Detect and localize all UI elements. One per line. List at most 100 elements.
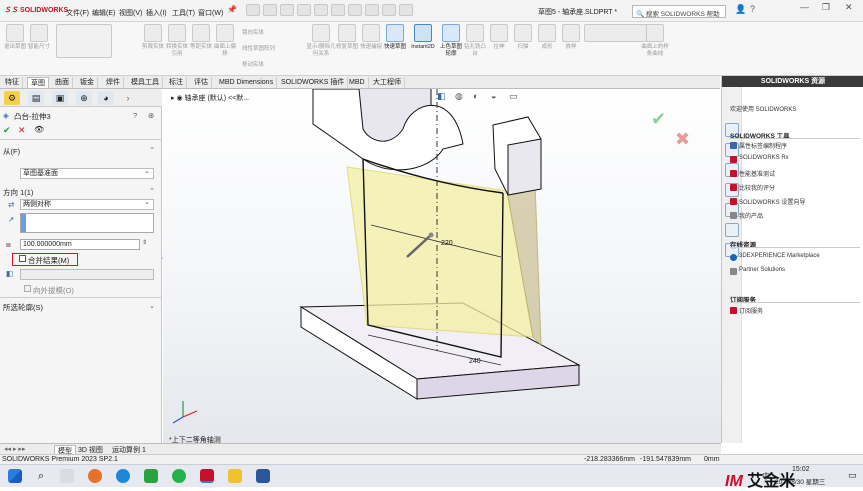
tab-scroll-icon[interactable]: ◂◂ ▸ ▸▸ [4,445,25,453]
save-icon[interactable] [297,4,311,16]
display-relations-button[interactable]: 显示/删除几何关系 [306,24,336,58]
menu-view[interactable]: 视图(V) [119,8,142,18]
draft-outward-checkbox[interactable] [24,285,31,292]
quick-snaps-button[interactable]: 快速捕捉 [358,24,384,51]
windows-start-icon[interactable] [8,469,22,483]
linear-pattern-button[interactable]: 线性草图阵列 [242,44,275,52]
tool-link[interactable]: 属性标签编制程序 [739,141,787,150]
tab-features[interactable]: 特征 [2,77,23,88]
task-view-icon[interactable] [60,469,74,483]
online-link[interactable]: Partner Solutions [739,267,785,273]
print-icon[interactable] [314,4,328,16]
word-icon[interactable] [256,469,270,483]
end-condition-select[interactable]: 两侧对称 [20,198,154,210]
spinner-icon[interactable]: ⇕ [142,239,147,246]
tab-engineer[interactable]: 大工程师 [370,77,405,88]
help-icon[interactable]: ? [750,4,755,14]
menu-window[interactable]: 窗口(W) [198,8,223,18]
clock-time[interactable]: 15:02 [792,466,810,473]
merge-result-checkbox[interactable] [19,255,26,262]
config-manager-icon[interactable]: ▣ [52,91,68,105]
dimxpert-icon[interactable]: ⊕ [76,91,92,105]
trim-entities-button[interactable]: 剪裁实体 [140,24,166,51]
search-icon[interactable]: ⌕ [34,469,48,483]
draft-outward-label[interactable]: 向外拔模(O) [33,285,74,296]
notification-icon[interactable]: ▭ [848,470,857,481]
tab-markup[interactable]: 标注 [166,77,187,88]
cancel-icon[interactable]: ✕ [18,125,26,136]
ok-icon[interactable]: ✔ [3,125,11,136]
minimize-icon[interactable]: — [800,2,809,12]
tab-mbd-dimensions[interactable]: MBD Dimensions [216,77,278,88]
home-icon[interactable] [246,4,260,16]
wechat-icon[interactable] [172,469,186,483]
tool-link[interactable]: SOLIDWORKS 设置向导 [739,197,805,206]
wechat-work-icon[interactable] [144,469,158,483]
sketch-entities-group[interactable] [54,24,114,60]
ribbon-btn-16[interactable]: 钻孔铣凸台 [462,24,488,58]
tab-sheet-metal[interactable]: 钣金 [77,77,98,88]
tab-weldments[interactable]: 焊件 [103,77,124,88]
offset-entities-button[interactable]: 等距实体 [188,24,214,51]
pin-icon[interactable]: 📌 [227,5,237,14]
draft-angle-input[interactable] [20,269,154,280]
dim-220[interactable]: 220 [441,240,453,247]
close-icon[interactable]: ✕ [845,2,853,13]
direction-selection-box[interactable] [20,213,154,233]
new-icon[interactable] [263,4,277,16]
tab-addins[interactable]: SOLIDWORKS 插件 [278,77,349,88]
tool-link[interactable]: 我的产品 [739,211,763,220]
solidworks-task-icon[interactable] [200,469,214,483]
draft-icon[interactable]: ◧ [6,269,13,278]
tab-surfaces[interactable]: 曲面 [52,77,73,88]
mirror-entities-button[interactable]: 镜向实体 [242,28,264,36]
menu-edit[interactable]: 编辑(E) [92,8,115,18]
spline-on-surface-button[interactable]: 曲面上的样条曲线 [640,24,670,58]
tool-link[interactable]: SOLIDWORKS Rx [739,155,789,161]
collapse-icon[interactable]: ⌃ [149,187,155,195]
clock-date[interactable]: 2023/8/30 星期三 [775,476,825,486]
open-icon[interactable] [280,4,294,16]
collapse-icon[interactable]: ⌃ [149,146,155,154]
online-link[interactable]: 3DEXPERIENCE Marketplace [739,253,820,259]
from-select[interactable]: 草图基准面 [20,167,154,179]
preview-icon[interactable]: 👁 [34,125,44,134]
shaded-sketch-button[interactable]: 上色草图轮廓 [438,24,464,58]
confirm-cancel-icon[interactable]: ✖ [675,129,690,150]
feature-tree-icon[interactable]: ⚙ [4,91,20,105]
tool-link[interactable]: 比较我的评分 [739,183,775,192]
exit-sketch-button[interactable]: 退出草图 [2,24,28,51]
options-icon[interactable] [399,4,413,16]
ribbon-btn-19[interactable]: 成形 [534,24,560,51]
tool-link[interactable]: 性能基准测试 [739,169,775,178]
move-entities-button[interactable]: 移动实体 [242,60,264,68]
custom-properties-icon[interactable] [725,223,739,237]
from-section-label[interactable]: 从(F) [3,146,20,157]
rapid-sketch-button[interactable]: 快速草图 [382,24,408,51]
rebuild-icon[interactable] [365,4,379,16]
tab-sketch[interactable]: 草图 [27,77,49,88]
undo-icon[interactable] [331,4,345,16]
reverse-direction-icon[interactable]: ⇄ [8,200,14,209]
tab-mbd[interactable]: MBD [346,77,369,88]
ribbon-btn-17[interactable]: 拉伸 [486,24,512,51]
instant2d-button[interactable]: Instant2D [408,24,438,51]
file-explorer-icon[interactable] [228,469,242,483]
offset-on-surface-button[interactable]: 曲面上偏移 [212,24,238,58]
depth-input[interactable]: 100.000000mm [20,239,140,250]
menu-insert[interactable]: 插入(I) [146,8,167,18]
chevron-right-icon[interactable]: › [120,91,136,105]
model-view[interactable]: 220 240 [163,89,721,443]
ime-indicator[interactable]: 中 [762,471,770,482]
direction1-label[interactable]: 方向 1(1) [3,187,33,198]
firefox-icon[interactable] [88,469,102,483]
user-icon[interactable]: 👤 [735,4,746,15]
select-icon[interactable] [348,4,362,16]
maximize-icon[interactable]: ❐ [822,2,830,13]
ribbon-btn-20[interactable]: 放样 [558,24,584,51]
drag-handle[interactable] [428,232,434,238]
tab-evaluate[interactable]: 评估 [191,77,212,88]
subscription-link[interactable]: 订阅服务 [739,306,763,315]
help-icon[interactable]: ? [133,111,137,120]
file-props-icon[interactable] [382,4,396,16]
